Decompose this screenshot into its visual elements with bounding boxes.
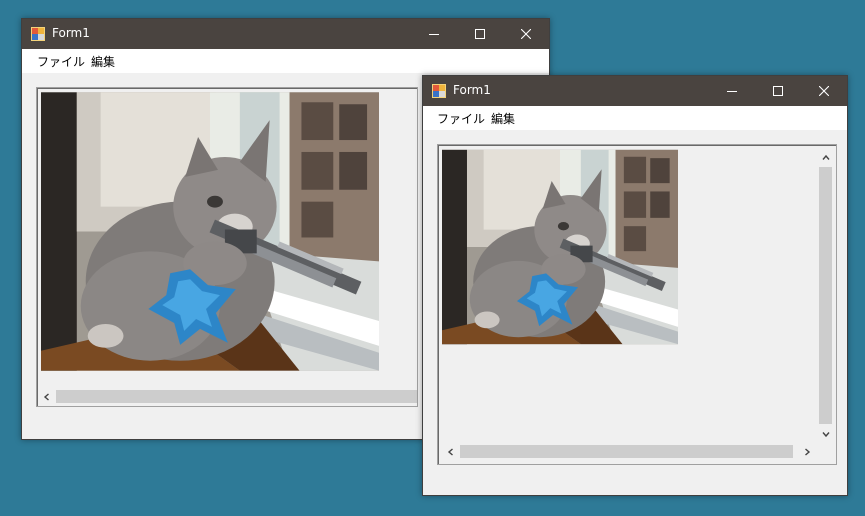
minimize-icon [429, 34, 439, 35]
vertical-scroll-thumb[interactable] [819, 167, 832, 424]
close-button[interactable] [801, 76, 847, 106]
close-icon [819, 86, 829, 96]
kitten-picture [41, 92, 379, 371]
minimize-button[interactable] [411, 19, 457, 49]
scroll-right-button[interactable] [798, 443, 815, 460]
menu-file[interactable]: ファイル [437, 110, 485, 127]
horizontal-scrollbar[interactable] [38, 388, 417, 405]
app-icon [31, 27, 45, 41]
scrollbar-corner [817, 443, 834, 460]
window-title: Form1 [52, 26, 90, 40]
scroll-left-button[interactable] [38, 388, 55, 405]
scroll-up-button[interactable] [817, 149, 834, 166]
menu-bar: ファイル 編集 [423, 106, 847, 130]
title-bar[interactable]: Form1 [22, 19, 549, 49]
minimize-icon [727, 91, 737, 92]
scroll-down-button[interactable] [817, 425, 834, 442]
close-button[interactable] [503, 19, 549, 49]
menu-bar: ファイル 編集 [22, 49, 549, 73]
app-icon [432, 84, 446, 98]
scroll-left-button[interactable] [442, 443, 459, 460]
chevron-left-icon [43, 392, 49, 401]
chevron-right-icon [804, 447, 810, 456]
menu-edit[interactable]: 編集 [491, 110, 515, 127]
form1-window-front[interactable]: Form1 ファイル 編集 [422, 75, 848, 496]
horizontal-scrollbar[interactable] [442, 443, 816, 460]
picture-scroll-panel[interactable] [437, 144, 837, 465]
horizontal-scroll-thumb[interactable] [56, 390, 417, 403]
close-icon [521, 29, 531, 39]
minimize-button[interactable] [709, 76, 755, 106]
chevron-down-icon [821, 431, 830, 437]
maximize-button[interactable] [457, 19, 503, 49]
menu-edit[interactable]: 編集 [91, 53, 115, 70]
horizontal-scroll-thumb[interactable] [460, 445, 793, 458]
chevron-up-icon [821, 154, 830, 160]
window-title: Form1 [453, 83, 491, 97]
picture-scroll-panel[interactable] [36, 87, 418, 407]
maximize-icon [475, 29, 485, 39]
title-bar[interactable]: Form1 [423, 76, 847, 106]
maximize-icon [773, 86, 783, 96]
menu-file[interactable]: ファイル [37, 53, 85, 70]
kitten-picture [442, 149, 678, 345]
maximize-button[interactable] [755, 76, 801, 106]
chevron-left-icon [447, 447, 453, 456]
vertical-scrollbar[interactable] [817, 149, 834, 442]
